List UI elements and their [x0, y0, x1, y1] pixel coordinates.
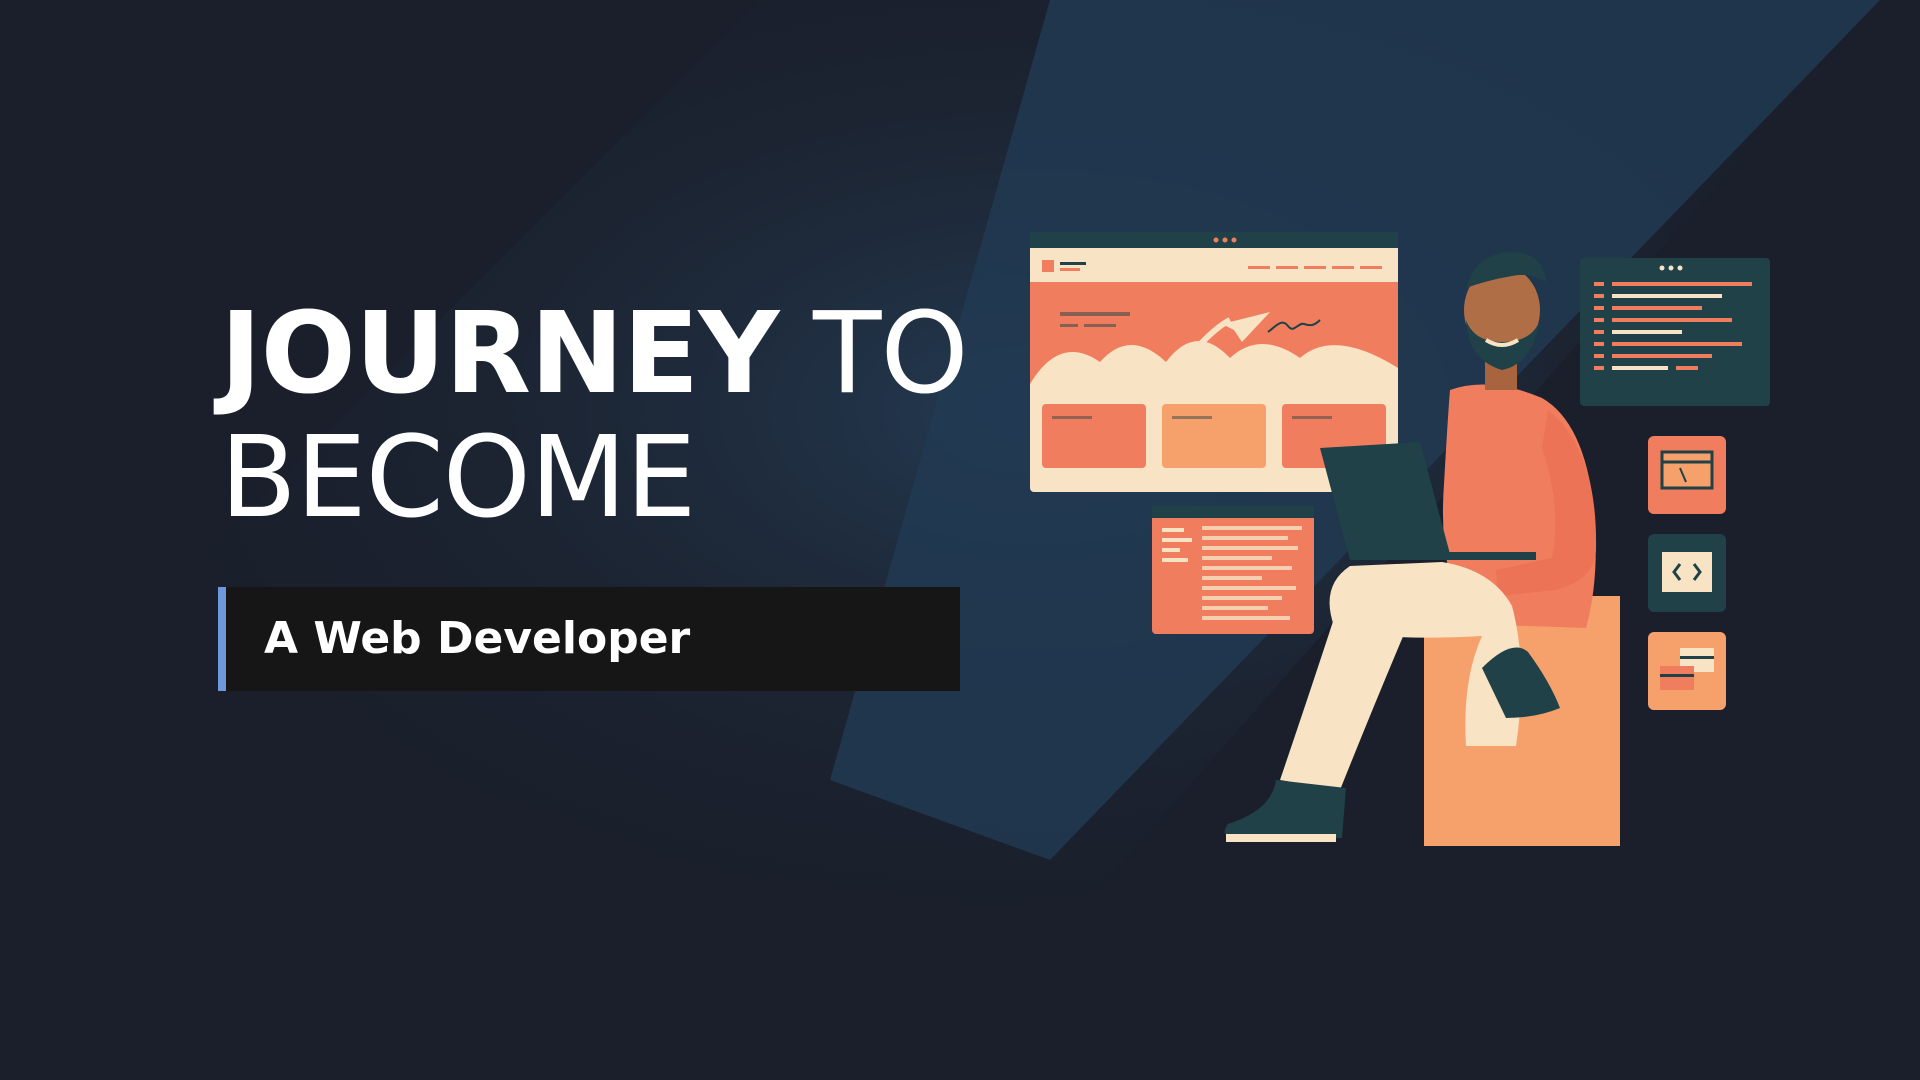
code-window-illustration [1152, 506, 1314, 634]
subtitle-banner: A Web Developer [218, 587, 960, 691]
browser-tile-icon [1648, 632, 1726, 710]
page-title: JOURNEY TO BECOME [220, 289, 969, 543]
title-word-journey: JOURNEY [220, 289, 779, 419]
developer-illustration [1030, 232, 1770, 846]
layout-window-icon [1648, 436, 1726, 514]
subtitle-text: A Web Developer [264, 613, 691, 664]
title-word-to: TO [813, 289, 969, 419]
code-brackets-icon [1648, 534, 1726, 612]
terminal-window-icon [1580, 258, 1770, 406]
title-word-become: BECOME [220, 413, 696, 543]
